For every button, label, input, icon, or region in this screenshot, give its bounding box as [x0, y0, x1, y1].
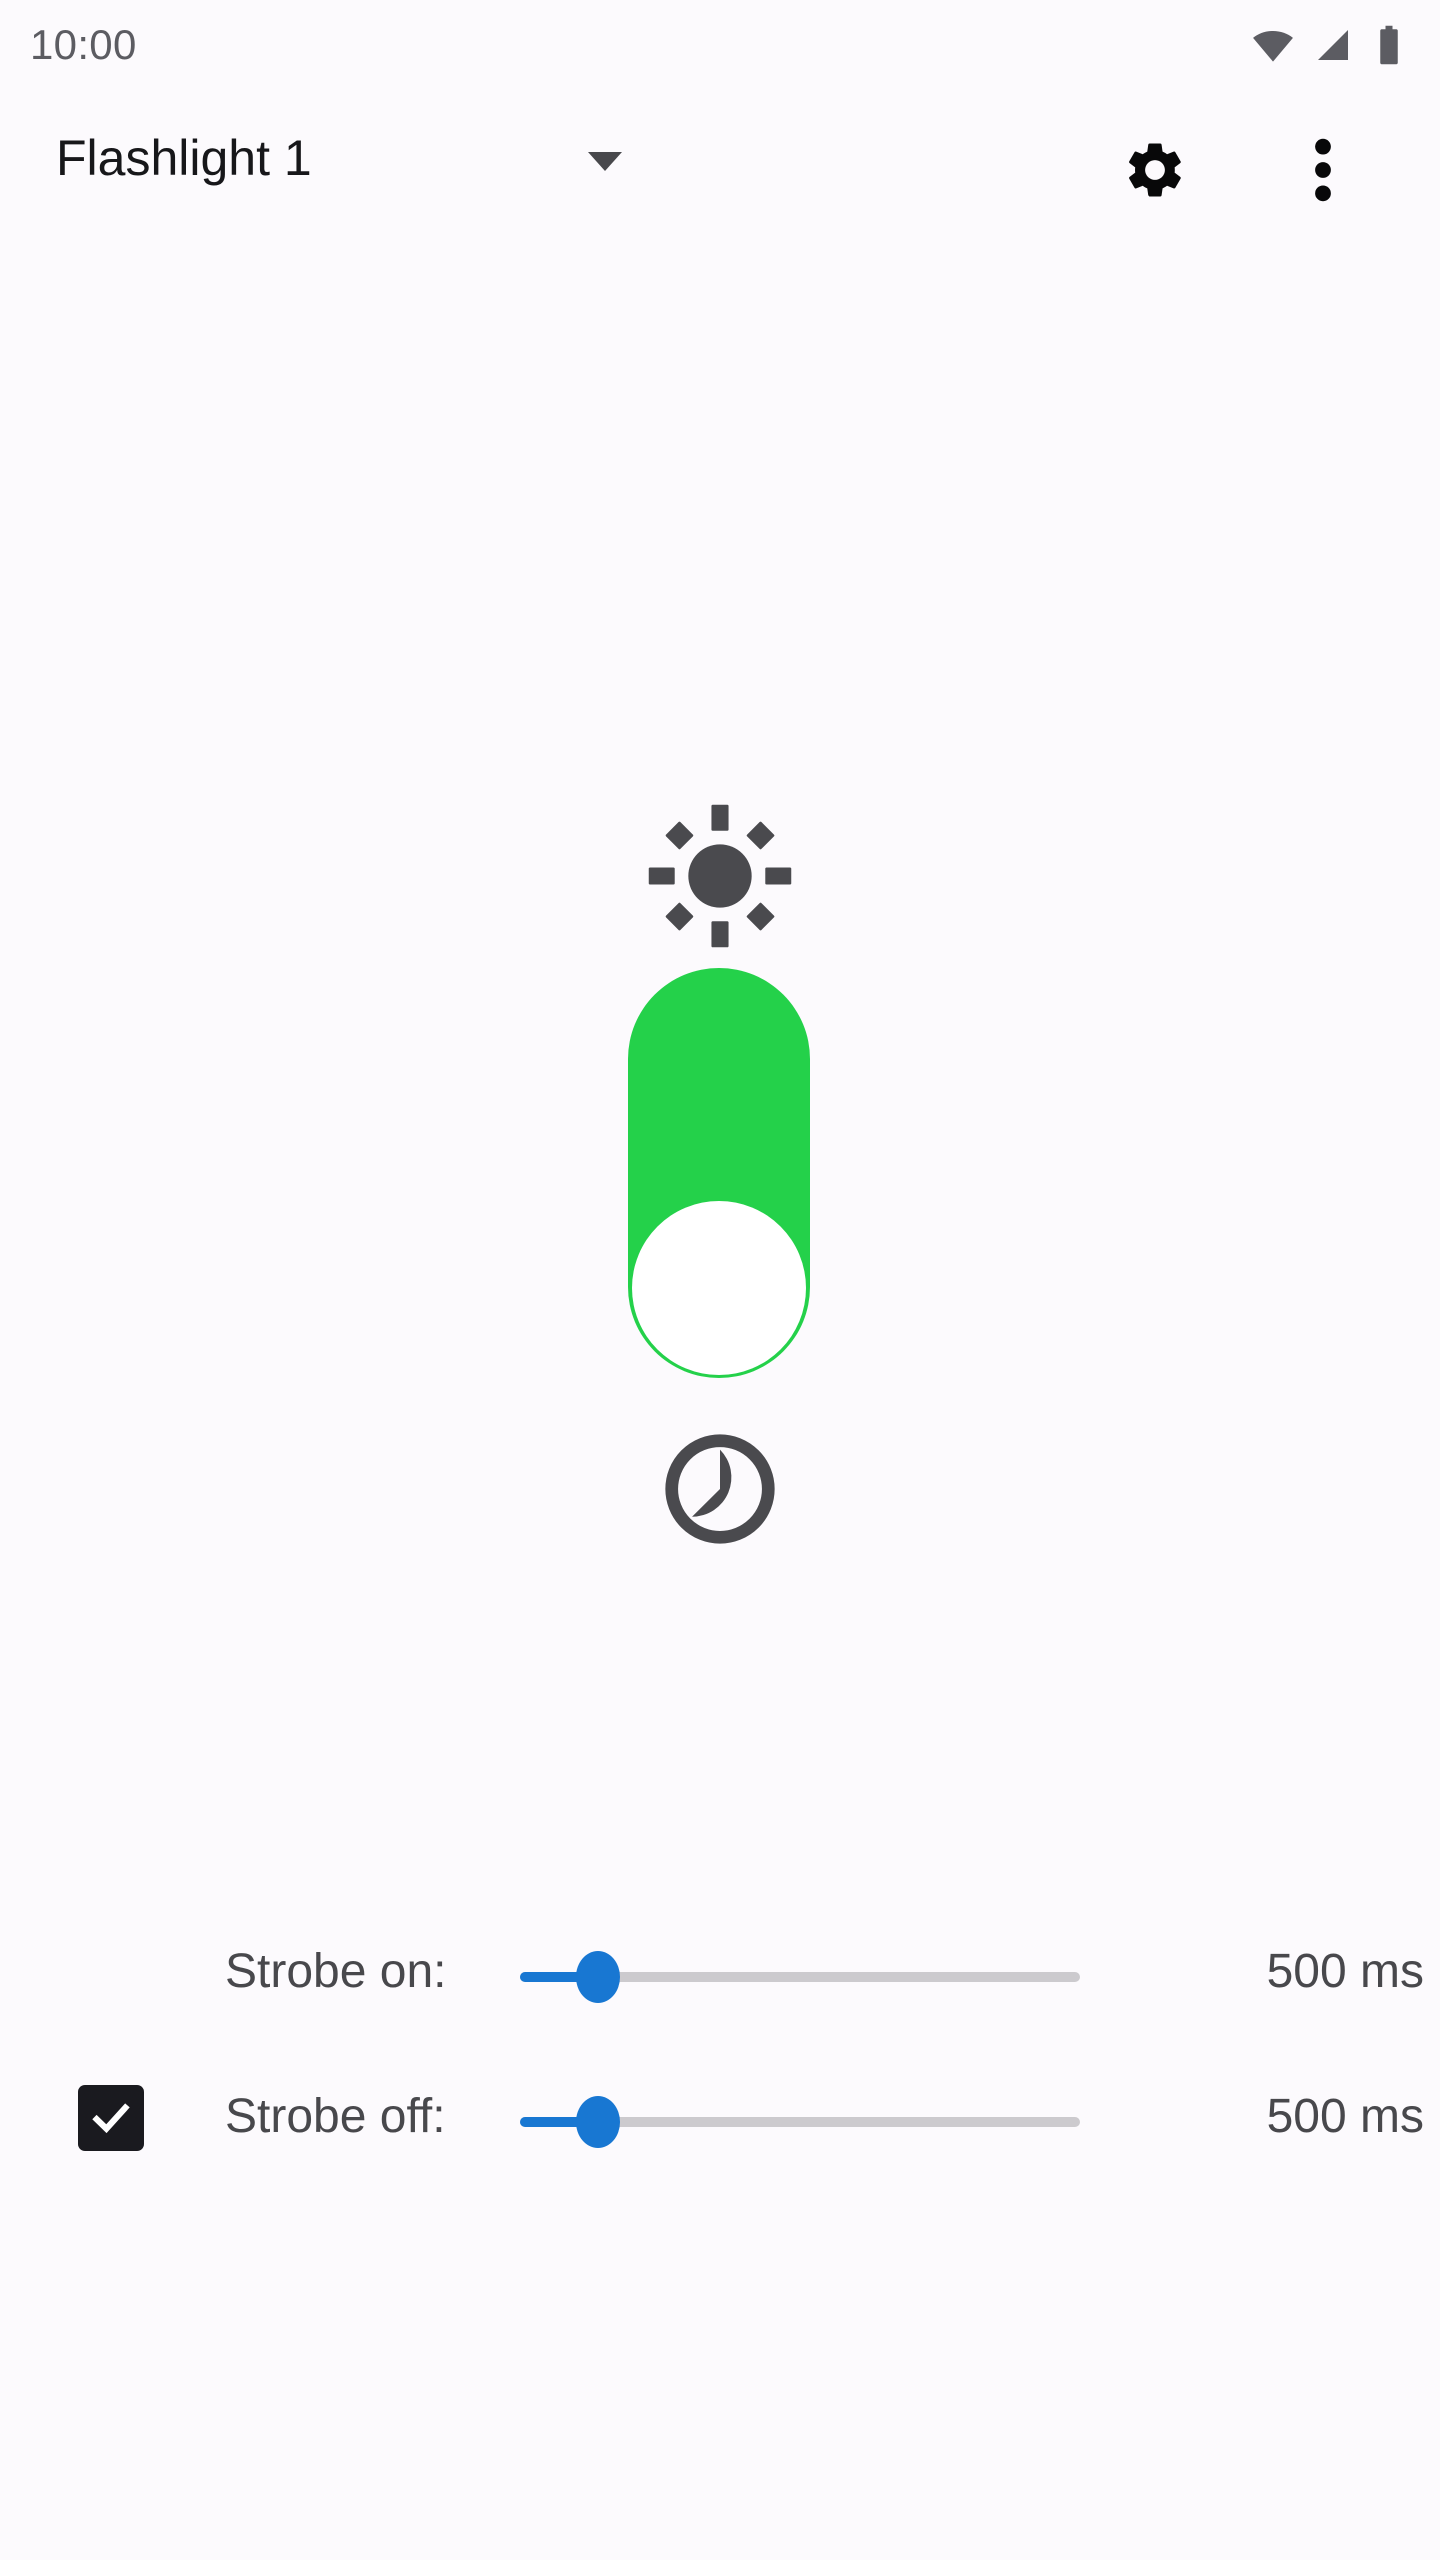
overflow-menu-button[interactable] — [1283, 122, 1363, 218]
app-bar: Flashlight 1 — [0, 90, 1440, 225]
slider-thumb[interactable] — [576, 1951, 621, 2003]
strobe-on-label: Strobe on: — [225, 1945, 447, 1998]
brightness-medium-icon — [659, 1428, 781, 1550]
gear-icon — [1122, 137, 1188, 203]
strobe-on-value: 500 ms — [1266, 1945, 1424, 1998]
flashlight-app-screen: 10:00 Flashlight 1 Strobe on: 500 ms Str… — [0, 0, 1440, 2560]
wifi-icon — [1252, 24, 1294, 66]
battery-icon — [1372, 24, 1406, 66]
brightness-high-icon — [644, 800, 796, 952]
chevron-down-icon[interactable] — [588, 152, 622, 171]
strobe-off-checkbox[interactable] — [78, 2085, 144, 2151]
more-vertical-icon — [1314, 135, 1332, 205]
check-icon — [88, 2095, 134, 2141]
strobe-off-slider[interactable] — [520, 2096, 1080, 2148]
strobe-on-slider[interactable] — [520, 1951, 1080, 2003]
status-bar-icons — [1252, 24, 1406, 66]
status-bar-clock: 10:00 — [30, 21, 137, 68]
strobe-controls: Strobe on: 500 ms Strobe off: 500 ms — [0, 1900, 1440, 2190]
flashlight-power-toggle[interactable] — [628, 968, 810, 1378]
settings-button[interactable] — [1107, 122, 1203, 218]
toggle-thumb[interactable] — [632, 1201, 806, 1375]
strobe-off-value: 500 ms — [1266, 2090, 1424, 2143]
strobe-off-row: Strobe off: 500 ms — [0, 2045, 1440, 2190]
slider-thumb[interactable] — [576, 2096, 621, 2148]
strobe-off-label: Strobe off: — [225, 2090, 446, 2143]
status-bar: 10:00 — [0, 0, 1440, 90]
cellular-signal-icon — [1313, 25, 1353, 65]
flashlight-selector-title[interactable]: Flashlight 1 — [56, 133, 312, 183]
strobe-on-row: Strobe on: 500 ms — [0, 1900, 1440, 2045]
